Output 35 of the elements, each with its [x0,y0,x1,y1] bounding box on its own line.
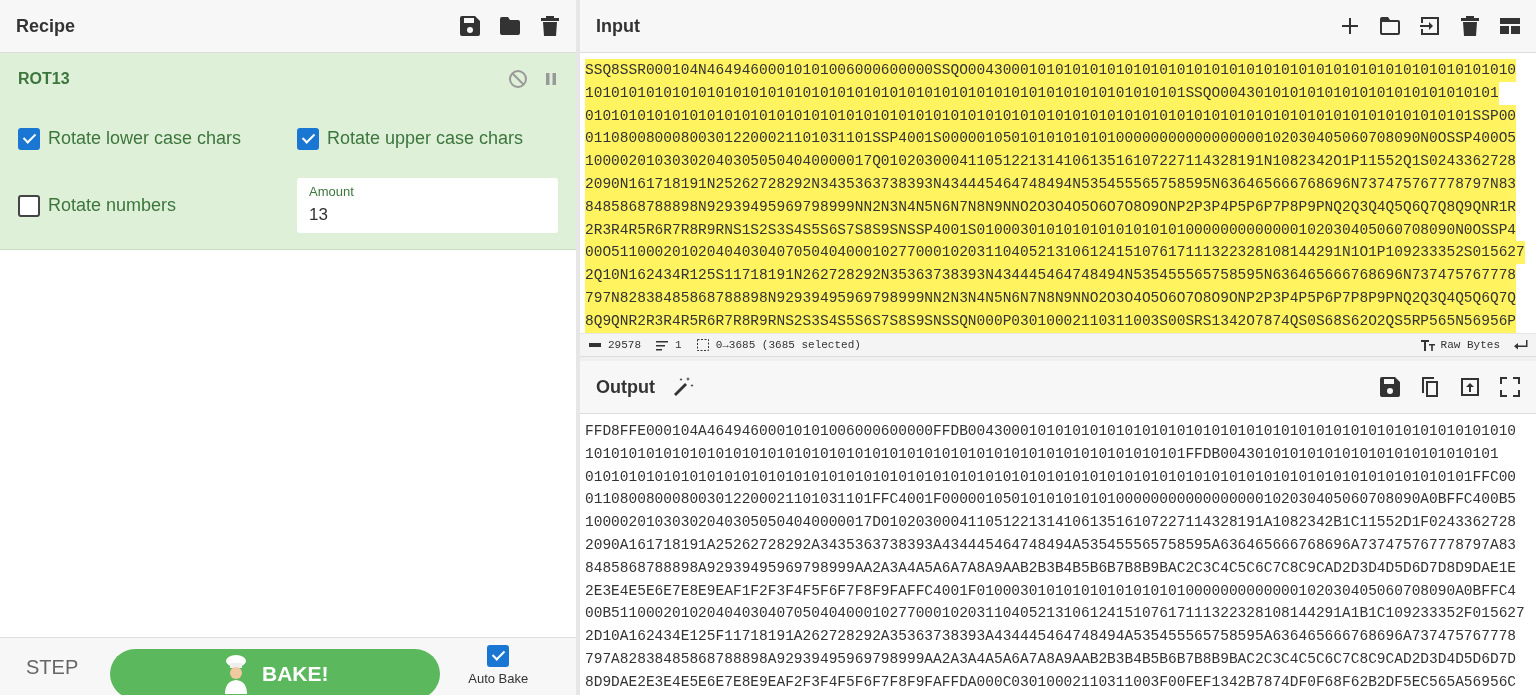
checkbox[interactable] [18,194,40,217]
selection-icon [695,338,710,352]
trash-icon[interactable] [1458,14,1482,38]
word-wrap-icon[interactable] [1514,338,1528,352]
import-icon[interactable] [1418,14,1442,38]
encoding-button[interactable]: Raw Bytes [1440,336,1500,354]
number-input[interactable]: 13 [309,201,546,227]
checkbox[interactable] [487,644,510,667]
chef-icon [222,653,250,694]
upload-icon[interactable] [1458,375,1482,399]
length-count: 29578 [608,337,641,353]
trash-icon[interactable] [538,14,562,38]
output-text-area: FFD8FFE000104A46494600010101006000600000FFDB004300010101010101010101010101010101010101010101010101010101010 101010101010101010101010101010101010101010101010101010101010101010101FFDB00430101010101010101010101010101 010101010101010101010101010101010101010101010101010101010101010101010101010101010101010101010101010101FFC00 011080080008003012200021101031101FFC4001F0000010501010101010100000000000000000102030405060708090A0BFFC400B5 100002010303020403050504040000017D01020300041105122131410613516107227114328191A1082342B1C11552D1F0243362728 2090A161718191A25262728292A3435363738393A434445464748494A535455565758595A636465666768696A737475767778797A83 8485868788898A92939495969798999AA2A3A4A5A6A7A8A9AAB2B3B4B5B6B7B8B9BAC2C3C4C5C6C7C8C9CAD2D3D4D5D6D7D8D9DAE1E 2E3E4E5E6E7E8E9EAF1F2F3F4F5F6F7F8F9FAFFC4001F0100030101010101010101010000000000000102030405060708090A0BFFC4 00B511000201020404030407050404000102770001020311040521310612415107617111322328108144291A1B1C109233352F015627 2D10A162434E125F11718191A262728292A35363738393A434445464748494A535455565758595A636465666768696A737475767778 797A82838485868788898A92939495969798999AA2A3A4A5A6A7A8A9AAB2B3B4B5B6B7B8B9BAC2C3C4C5C6C7C8C9CAD2D3D4D5D6D7D 8D9DAE2E3E4E5E6E7E8E9EAF2F3F4F5F6F7F8F9FAFFDA000C03010002110311003F00FEF1342B7874DF0F68F62B2DF5EC565A56956C [580,414,1536,695]
checkbox-label: Rotate numbers [48,194,177,217]
panel-title: Input [596,14,640,38]
field-label: Amount [309,183,355,201]
folder-icon[interactable] [498,14,522,38]
save-icon[interactable] [458,14,482,38]
checkbox-label: Rotate upper case chars [327,127,524,150]
checkbox[interactable] [18,127,40,150]
fullscreen-icon[interactable] [1498,375,1522,399]
step-button[interactable]: STEP [22,651,83,682]
checkbox[interactable] [297,127,319,150]
selection-range: 0→3685 (3685 selected) [715,337,861,353]
checkbox-label: Auto Bake [468,669,529,688]
folder-icon[interactable] [1378,14,1402,38]
checkbox-label: Rotate lower case chars [48,127,242,150]
lines-icon [655,338,669,352]
line-count: 1 [675,337,682,353]
save-icon[interactable] [1378,375,1402,399]
font-icon [1420,338,1435,352]
panel-title: Output [596,375,655,399]
panel-title: Recipe [16,14,76,38]
operation-name: ROT13 [18,69,70,89]
amount-field[interactable]: Amount 13 [297,178,558,233]
